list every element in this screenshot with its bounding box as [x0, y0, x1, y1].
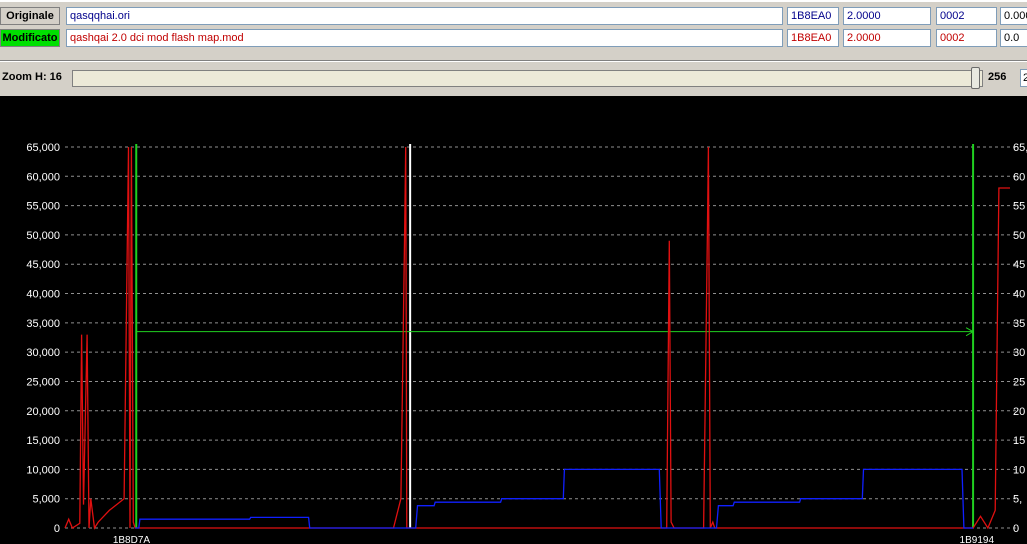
y-tick-label: 15,000: [26, 435, 60, 447]
original-code-field[interactable]: 0002: [936, 7, 997, 25]
original-factor-field[interactable]: 2.0000: [843, 7, 931, 25]
y-tick-label-right: 40: [1013, 289, 1025, 301]
y-tick-label-right: 65,: [1013, 142, 1027, 154]
top-edge: [0, 0, 1027, 2]
modified-filename-field[interactable]: qashqai 2.0 dci mod flash map.mod: [66, 29, 783, 47]
y-tick-label-right: 55: [1013, 201, 1025, 213]
y-tick-label: 25,000: [26, 376, 60, 388]
original-address-field[interactable]: 1B8EA0: [787, 7, 839, 25]
original-label: Originale: [0, 7, 60, 25]
y-tick-label-right: 10: [1013, 464, 1025, 476]
original-filename-field[interactable]: qasqqhai.ori: [66, 7, 783, 25]
zoom-label: Zoom H: 16: [2, 71, 62, 83]
y-tick-label-right: 5,: [1013, 494, 1022, 506]
y-tick-label-right: 20: [1013, 406, 1025, 418]
y-tick-label-right: 15: [1013, 435, 1025, 447]
y-tick-label-right: 0: [1013, 523, 1019, 535]
modified-address-field[interactable]: 1B8EA0: [787, 29, 839, 47]
y-tick-label-right: 35: [1013, 318, 1025, 330]
y-tick-label: 0: [54, 523, 60, 535]
y-tick-label: 5,000: [32, 494, 60, 506]
original-offset-field[interactable]: 0.000: [1000, 7, 1027, 25]
y-tick-label: 65,000: [26, 142, 60, 154]
y-tick-label: 40,000: [26, 289, 60, 301]
y-tick-label-right: 45: [1013, 259, 1025, 271]
modified-row: Modificato qashqai 2.0 dci mod flash map…: [0, 27, 1027, 49]
x-tick-label: 1B8D7A: [113, 535, 151, 544]
y-tick-label-right: 30: [1013, 347, 1025, 359]
toolbar-separator: [0, 60, 1027, 62]
y-tick-label-right: 25: [1013, 376, 1025, 388]
zoom-slider-track[interactable]: [72, 70, 983, 87]
y-tick-label: 55,000: [26, 201, 60, 213]
modified-label: Modificato: [0, 29, 60, 47]
y-tick-label-right: 60: [1013, 171, 1025, 183]
y-tick-label: 30,000: [26, 347, 60, 359]
zoom-value: 256: [988, 71, 1007, 83]
y-tick-label: 60,000: [26, 171, 60, 183]
original-row: Originale qasqqhai.ori 1B8EA0 2.0000 000…: [0, 5, 1027, 27]
zoom-input[interactable]: 2: [1020, 69, 1027, 87]
modified-offset-field[interactable]: 0.0: [1000, 29, 1027, 47]
map-chart[interactable]: 0 0 5,000 5, 10,000 10 15,000 15 20,000 20 25,000 2…: [0, 96, 1027, 544]
y-tick-label-right: 50: [1013, 230, 1025, 242]
modified-code-field[interactable]: 0002: [936, 29, 997, 47]
series-red-line: [64, 146, 1010, 530]
y-tick-label: 35,000: [26, 318, 60, 330]
y-tick-label: 20,000: [26, 406, 60, 418]
y-tick-label: 10,000: [26, 464, 60, 476]
x-tick-label: 1B9194: [960, 535, 995, 544]
y-tick-label: 50,000: [26, 230, 60, 242]
modified-factor-field[interactable]: 2.0000: [843, 29, 931, 47]
zoom-slider-thumb[interactable]: [971, 67, 980, 89]
series-blue-line: [135, 468, 974, 529]
y-tick-label: 45,000: [26, 259, 60, 271]
